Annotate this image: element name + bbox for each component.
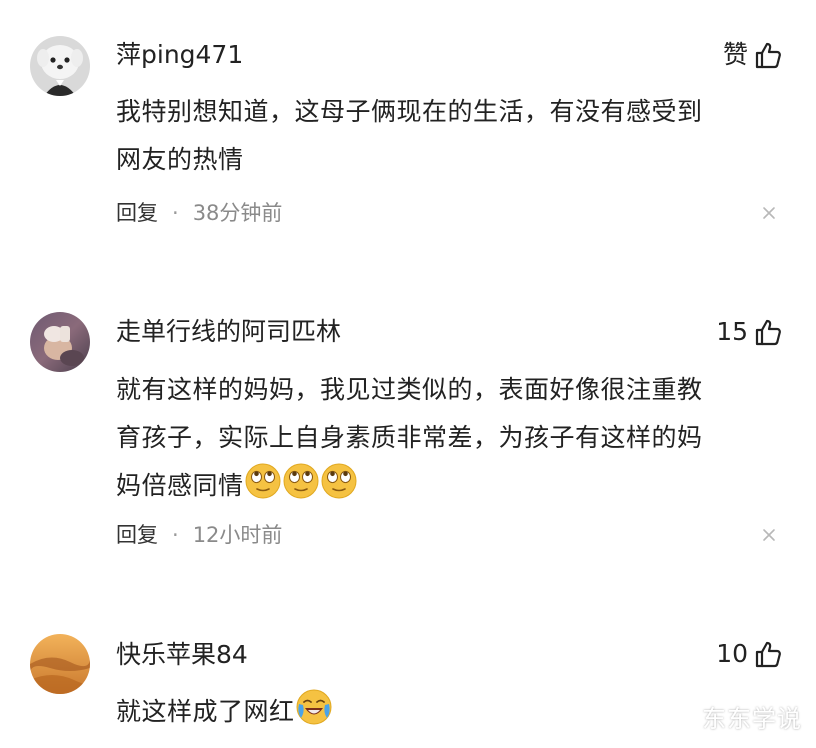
comment-text-line: 我特别想知道，这母子俩现在的生活，有没有感受到 — [116, 97, 703, 126]
reply-button[interactable]: 回复 — [116, 520, 158, 550]
comment-text-segment: 妈倍感同情 — [116, 471, 244, 500]
like-button[interactable]: 10 — [716, 637, 782, 671]
comment-meta: 回复 · 12小时前 — [116, 520, 282, 550]
photo-avatar-icon — [30, 312, 90, 372]
meta-separator: · — [172, 523, 179, 547]
like-button[interactable]: 赞 — [723, 38, 782, 72]
comment-text: 就这样成了网红 — [116, 688, 776, 736]
reply-button[interactable]: 回复 — [116, 198, 158, 228]
comment-text-line: 妈倍感同情 — [116, 462, 776, 510]
like-count: 10 — [716, 639, 748, 668]
like-button[interactable]: 15 — [716, 315, 782, 349]
desert-dune-avatar-icon — [30, 634, 90, 694]
avatar[interactable] — [30, 36, 90, 96]
thumbs-up-icon — [754, 318, 782, 346]
meta-separator: · — [172, 201, 179, 225]
username[interactable]: 走单行线的阿司匹林 — [116, 316, 341, 348]
watermark: 东东学说 — [702, 705, 802, 733]
eye-roll-emoji-icon — [244, 463, 282, 500]
close-icon[interactable] — [760, 204, 778, 222]
like-count: 15 — [716, 317, 748, 346]
like-label: 赞 — [722, 40, 748, 69]
thumbs-up-icon — [754, 41, 782, 69]
avatar[interactable] — [30, 312, 90, 372]
comment-text-line: 就这样成了网红 — [116, 688, 776, 736]
comment-text-segment: 就这样成了网红 — [116, 697, 295, 726]
thumbs-up-icon — [754, 640, 782, 668]
comment-text: 就有这样的妈妈，我见过类似的，表面好像很注重教 育孩子，实际上自身素质非常差，为… — [116, 366, 776, 510]
eye-roll-emoji-icon — [282, 463, 320, 500]
eye-roll-emoji-icon — [320, 463, 358, 500]
username[interactable]: 快乐苹果84 — [116, 639, 248, 671]
white-dog-avatar-icon — [30, 36, 90, 96]
username[interactable]: 萍ping471 — [116, 39, 243, 71]
comment-time: 38分钟前 — [192, 201, 283, 225]
crying-laughing-emoji-icon — [295, 689, 333, 726]
comment-text: 我特别想知道，这母子俩现在的生活，有没有感受到 网友的热情 — [116, 88, 776, 184]
comment-text-line: 就有这样的妈妈，我见过类似的，表面好像很注重教 — [116, 375, 703, 404]
comment-text-line: 育孩子，实际上自身素质非常差，为孩子有这样的妈 — [116, 423, 703, 452]
close-icon[interactable] — [760, 526, 778, 544]
comment-text-line: 网友的热情 — [116, 145, 244, 174]
comment-time: 12小时前 — [192, 523, 283, 547]
comment-meta: 回复 · 38分钟前 — [116, 198, 282, 228]
avatar[interactable] — [30, 634, 90, 694]
